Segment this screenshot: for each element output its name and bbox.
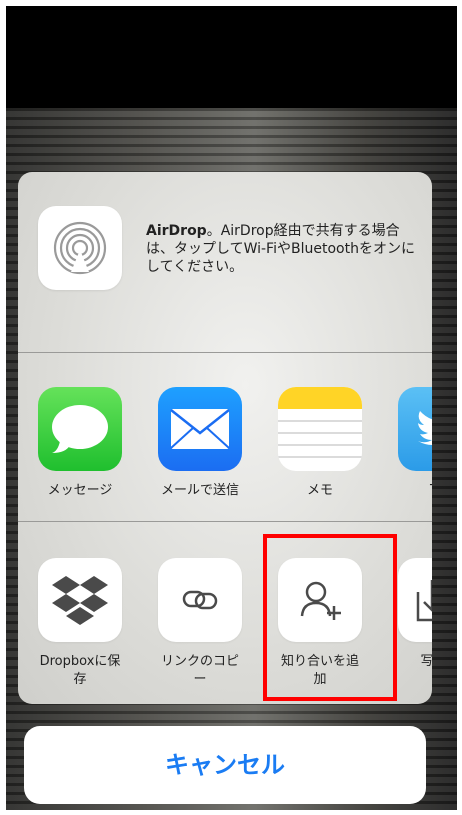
- notes-icon[interactable]: [278, 387, 362, 471]
- dropbox-icon[interactable]: [38, 558, 122, 642]
- cancel-button[interactable]: キャンセル: [24, 726, 426, 804]
- app-label: メールで送信: [160, 483, 239, 498]
- airdrop-title: AirDrop: [146, 223, 207, 239]
- action-dropbox[interactable]: Dropboxに保 存: [28, 558, 132, 689]
- app-mail[interactable]: メールで送信: [148, 387, 252, 500]
- airdrop-section[interactable]: AirDrop。AirDrop経由で共有する場合は、タップしてWi-FiやBlu…: [18, 172, 432, 352]
- airdrop-icon[interactable]: [38, 206, 122, 290]
- link-icon[interactable]: [158, 558, 242, 642]
- app-messages[interactable]: メッセージ: [28, 387, 132, 500]
- apps-row: メッセージ メールで送信 メモ: [18, 353, 432, 521]
- app-label: メッセージ: [47, 483, 113, 498]
- action-label: Dropboxに保 存: [39, 654, 121, 687]
- action-label: リンクのコピ ー: [160, 654, 239, 687]
- app-notes[interactable]: メモ: [268, 387, 372, 500]
- app-label: Twi: [388, 482, 432, 500]
- airdrop-description: AirDrop。AirDrop経由で共有する場合は、タップしてWi-FiやBlu…: [146, 222, 426, 276]
- app-twitter[interactable]: Twi: [388, 387, 432, 500]
- messages-icon[interactable]: [38, 387, 122, 471]
- highlight-box: [263, 534, 397, 701]
- save-image-icon[interactable]: [398, 558, 432, 642]
- app-label: メモ: [306, 483, 333, 498]
- mail-icon[interactable]: [158, 387, 242, 471]
- action-copy-link[interactable]: リンクのコピ ー: [148, 558, 252, 689]
- twitter-icon[interactable]: [398, 387, 432, 471]
